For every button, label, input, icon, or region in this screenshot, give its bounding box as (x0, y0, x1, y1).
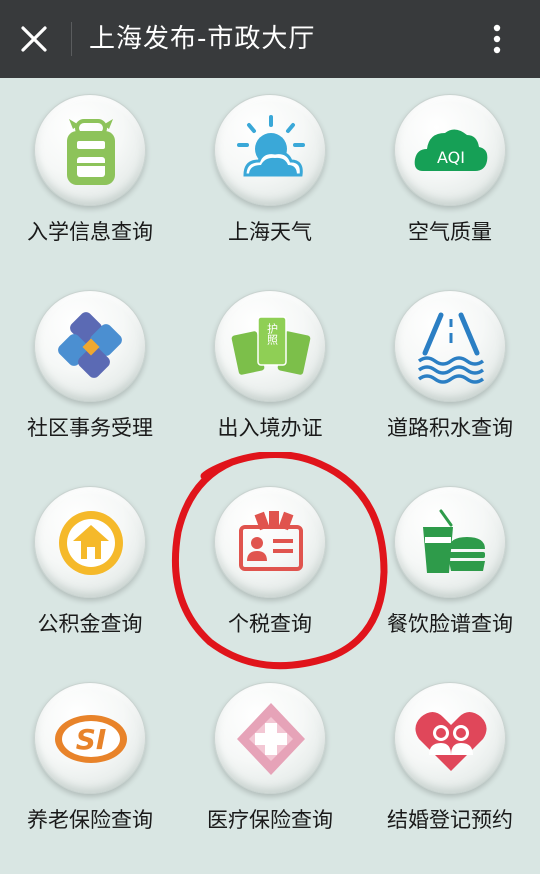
icon-bubble (34, 290, 146, 402)
page-title: 上海发布-市政大厅 (89, 24, 316, 54)
service-label: 个税查询 (228, 612, 312, 636)
close-button[interactable] (16, 21, 52, 57)
icon-bubble (214, 94, 326, 206)
service-grid: 入学信息查询 上海天气 AQI 空气质量 社区事务受理 护照 出入境办证 道路积… (0, 78, 540, 874)
service-label: 入学信息查询 (27, 220, 153, 244)
service-label: 空气质量 (408, 220, 492, 244)
icon-bubble: 护照 (214, 290, 326, 402)
social-insurance-icon: SI (55, 715, 127, 763)
passport-cards-icon: 护照 (231, 316, 311, 375)
passport-text: 护照 (266, 322, 279, 346)
icon-bubble (214, 682, 326, 794)
top-bar: 上海发布-市政大厅 (0, 0, 540, 78)
icon-bubble: SI (34, 682, 146, 794)
service-tile-air-quality[interactable]: AQI 空气质量 (360, 78, 540, 273)
housing-fund-icon (59, 511, 123, 575)
service-tile-marriage[interactable]: 结婚登记预约 (360, 666, 540, 861)
service-tile-restaurant[interactable]: 餐饮脸谱查询 (360, 470, 540, 665)
aqi-text: AQI (437, 148, 465, 167)
service-label: 结婚登记预约 (387, 808, 513, 832)
community-icon (58, 312, 122, 378)
road-water-icon (417, 312, 485, 384)
service-label: 餐饮脸谱查询 (387, 612, 513, 636)
weather-icon (237, 115, 305, 177)
icon-bubble (394, 290, 506, 402)
service-tile-personal-tax[interactable]: 个税查询 (180, 470, 360, 665)
more-vertical-icon (493, 24, 501, 54)
close-icon (21, 26, 47, 52)
service-label: 养老保险查询 (27, 808, 153, 832)
service-tile-housing-fund[interactable]: 公积金查询 (0, 470, 180, 665)
service-label: 医疗保险查询 (207, 808, 333, 832)
tax-card-icon (239, 511, 303, 571)
service-tile-community[interactable]: 社区事务受理 (0, 274, 180, 469)
icon-bubble (394, 486, 506, 598)
service-label: 社区事务受理 (27, 416, 153, 440)
marriage-heart-icon (415, 712, 487, 771)
more-menu-button[interactable] (482, 21, 512, 57)
si-text: SI (76, 723, 107, 756)
service-tile-enrollment[interactable]: 入学信息查询 (0, 78, 180, 273)
service-label: 上海天气 (228, 220, 312, 244)
icon-bubble (394, 682, 506, 794)
icon-bubble: AQI (394, 94, 506, 206)
service-tile-weather[interactable]: 上海天气 (180, 78, 360, 273)
service-label: 出入境办证 (217, 416, 323, 440)
restaurant-icon (423, 509, 485, 573)
icon-bubble (34, 94, 146, 206)
service-label: 公积金查询 (37, 612, 143, 636)
service-tile-road-water[interactable]: 道路积水查询 (360, 274, 540, 469)
icon-bubble (214, 486, 326, 598)
header-divider (71, 22, 72, 56)
service-tile-medical-insurance[interactable]: 医疗保险查询 (180, 666, 360, 861)
backpack-icon (67, 119, 115, 185)
aqi-cloud-icon: AQI (414, 129, 488, 171)
icon-bubble (34, 486, 146, 598)
service-tile-exit-entry[interactable]: 护照 出入境办证 (180, 274, 360, 469)
service-label: 道路积水查询 (387, 416, 513, 440)
medical-cross-icon (237, 703, 305, 775)
service-tile-pension[interactable]: SI 养老保险查询 (0, 666, 180, 861)
